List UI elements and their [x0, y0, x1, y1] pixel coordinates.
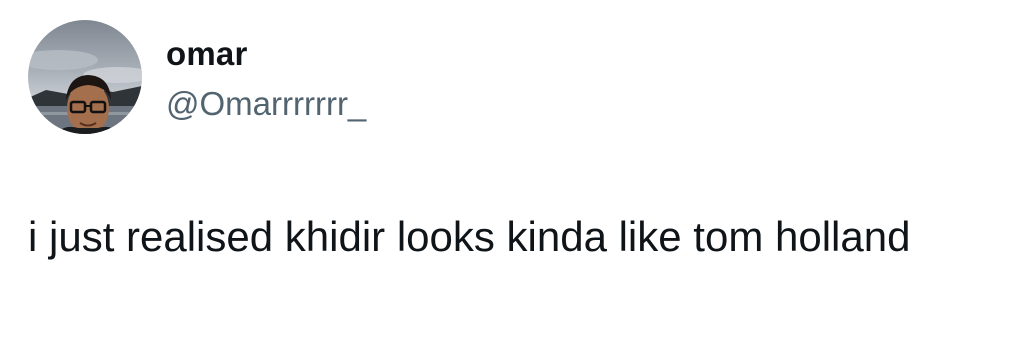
tweet-text: i just realised khidir looks kinda like …: [28, 213, 911, 260]
avatar-photo-icon: [28, 20, 142, 134]
tweet-card: omar @Omarrrrrrr_ i just realised khidir…: [0, 0, 1014, 338]
user-handle[interactable]: @Omarrrrrrr_: [166, 84, 366, 124]
display-name[interactable]: omar: [166, 34, 248, 74]
avatar[interactable]: [28, 20, 142, 134]
